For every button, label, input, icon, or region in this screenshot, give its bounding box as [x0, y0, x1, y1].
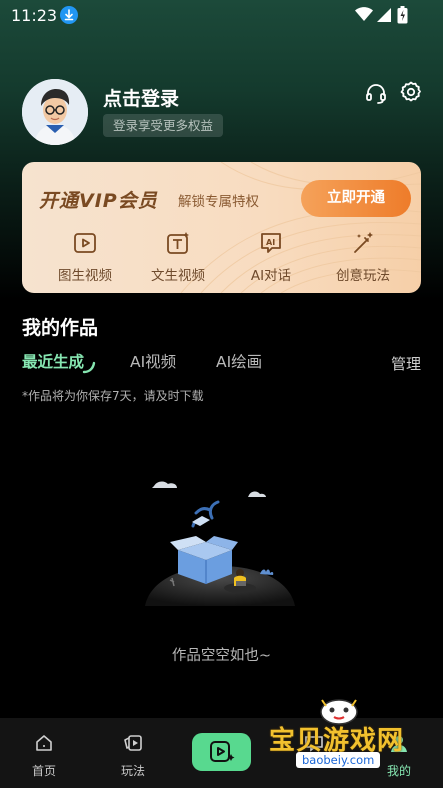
nav-label: 玩法 [120, 764, 145, 778]
wifi-icon [355, 7, 373, 26]
nav-home[interactable]: 首页 [14, 734, 74, 779]
vip-description: 解锁专属特权 [178, 194, 259, 210]
status-bar: 11:23 [0, 0, 443, 30]
status-time: 11:23 [11, 6, 58, 25]
ai-chat-icon: AI [261, 233, 281, 253]
battery-icon [397, 6, 408, 28]
nav-label: 首页 [31, 764, 56, 778]
text-to-video-icon [167, 232, 189, 254]
feature-label: 文生视频 [151, 268, 205, 284]
home-icon [36, 735, 52, 751]
watermark: 宝贝游戏网 baobeiy.com [262, 692, 422, 784]
feature-label: 创意玩法 [336, 268, 390, 284]
tab-active-indicator [82, 361, 96, 374]
empty-state-text: 作品空空如也~ [171, 648, 272, 664]
tab-recent[interactable]: 最近生成 [22, 350, 84, 372]
empty-state-illustration [145, 481, 295, 606]
nav-create[interactable] [192, 733, 251, 771]
magic-wand-icon [354, 232, 373, 253]
manage-button[interactable]: 管理 [391, 353, 421, 374]
play-cards-icon [124, 735, 142, 751]
feature-image-to-video[interactable]: 图生视频 [40, 230, 130, 284]
create-video-icon [210, 741, 235, 762]
watermark-url: baobeiy.com [296, 752, 381, 768]
tab-ai-video[interactable]: AI视频 [130, 350, 176, 372]
download-icon [60, 6, 78, 24]
open-vip-button[interactable]: 立即开通 [301, 180, 411, 217]
feature-label: 图生视频 [58, 268, 112, 284]
feature-label: AI对话 [250, 268, 292, 284]
vip-logo: 开通VIP会员 [39, 190, 158, 212]
signal-icon [376, 7, 392, 27]
avatar[interactable] [22, 79, 88, 145]
feature-text-to-video[interactable]: 文生视频 [133, 230, 223, 284]
login-title[interactable]: 点击登录 [103, 84, 179, 111]
svg-text:AI: AI [266, 238, 275, 247]
tab-ai-painting[interactable]: AI绘画 [216, 350, 262, 372]
customer-service-icon[interactable] [364, 81, 388, 109]
nav-play[interactable]: 玩法 [103, 734, 163, 779]
settings-icon[interactable] [399, 80, 423, 108]
feature-ai-chat[interactable]: AI AI对话 [226, 230, 316, 284]
vip-card[interactable]: 开通VIP会员 解锁专属特权 立即开通 图生视频 文生视频 AI AI对话 创意… [22, 162, 421, 293]
image-to-video-icon [74, 233, 96, 253]
login-subtitle[interactable]: 登录享受更多权益 [103, 114, 224, 137]
feature-creative-play[interactable]: 创意玩法 [318, 230, 408, 284]
works-title: 我的作品 [22, 317, 99, 339]
save-notice: *作品将为你保存7天，请及时下载 [22, 389, 204, 403]
